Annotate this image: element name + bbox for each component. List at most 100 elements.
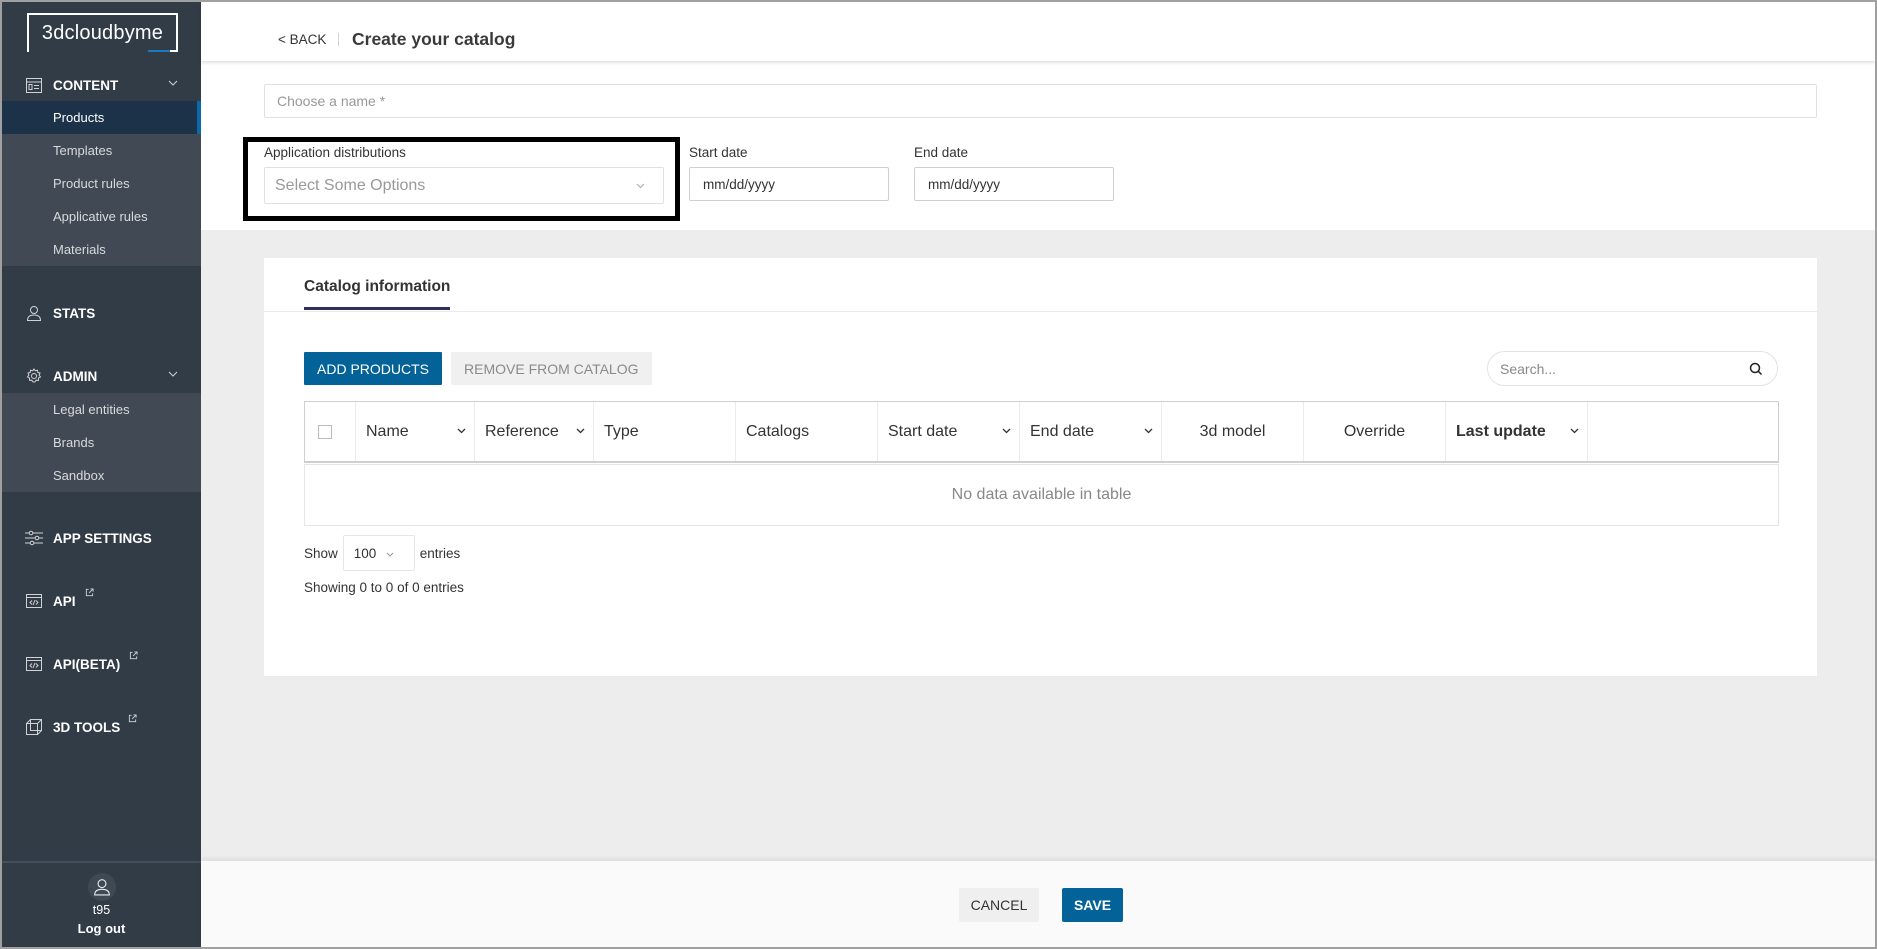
sidebar-section-3d-tools[interactable]: 3D TOOLS	[2, 712, 201, 742]
logout-link[interactable]: Log out	[2, 921, 201, 936]
add-products-button[interactable]: ADD PRODUCTS	[304, 352, 443, 385]
column-label: Start date	[888, 422, 958, 440]
catalog-information-panel: Catalog information ADD PRODUCTS REMOVE …	[264, 258, 1817, 676]
page-length-select[interactable]: 100	[342, 535, 415, 571]
column-header-name[interactable]: Name	[356, 402, 475, 461]
remove-from-catalog-button[interactable]: REMOVE FROM CATALOG	[451, 352, 652, 385]
form-footer: CANCEL SAVE	[201, 861, 1875, 947]
sidebar-section-api-beta[interactable]: API(BETA)	[2, 649, 201, 679]
user-box: t95 Log out	[2, 861, 201, 947]
column-header-type[interactable]: Type	[594, 402, 736, 461]
sidebar-section-stats[interactable]: STATS	[2, 298, 201, 328]
page-length-control: Show 100 entries	[304, 535, 460, 571]
user-name: t95	[92, 903, 111, 917]
chevron-down-icon	[636, 183, 645, 189]
app-distributions-label: Application distributions	[264, 145, 406, 160]
select-all-checkbox[interactable]	[318, 424, 332, 439]
page-title: Create your catalog	[352, 29, 516, 49]
end-date-input[interactable]	[914, 167, 1114, 201]
app-window: 3dcloudbyme CONTENT Products Templates P…	[2, 2, 1875, 947]
column-label: Override	[1343, 422, 1406, 440]
column-label: End date	[1030, 422, 1095, 440]
products-table: Name Reference Type Catalogs Start date	[304, 401, 1779, 463]
chevron-down-icon	[386, 552, 394, 557]
table-info: Showing 0 to 0 of 0 entries	[304, 580, 464, 595]
logo[interactable]: 3dcloudbyme	[27, 13, 178, 52]
entries-label: entries	[419, 545, 461, 561]
select-all-cell	[305, 402, 356, 461]
tab-strip: Catalog information	[264, 258, 1817, 312]
show-label: Show	[304, 545, 338, 561]
sidebar-section-label: STATS	[53, 305, 96, 321]
sidebar-section-label: API(BETA)	[53, 656, 121, 672]
sidebar-item-legal-entities[interactable]: Legal entities	[2, 393, 201, 426]
column-header-3d-model[interactable]: 3d model	[1162, 402, 1304, 461]
save-button[interactable]: SAVE	[1062, 888, 1123, 922]
user-icon	[25, 304, 43, 322]
sort-icon	[1144, 428, 1153, 434]
column-label: Last update	[1456, 422, 1546, 440]
code-window-icon	[25, 655, 43, 673]
column-header-last-update[interactable]: Last update	[1446, 402, 1588, 461]
sidebar-item-brands[interactable]: Brands	[2, 426, 201, 459]
column-header-actions	[1588, 402, 1778, 461]
back-link[interactable]: < BACK	[278, 32, 326, 47]
empty-table-message: No data available in table	[304, 464, 1779, 526]
sidebar-section-label: APP SETTINGS	[53, 530, 152, 546]
sidebar-section-content[interactable]: CONTENT	[2, 70, 201, 100]
column-header-end-date[interactable]: End date	[1020, 402, 1162, 461]
sort-icon	[457, 428, 466, 434]
search-icon[interactable]	[1749, 362, 1763, 376]
code-window-icon	[25, 592, 43, 610]
tab-catalog-information[interactable]: Catalog information	[304, 278, 451, 310]
user-icon	[93, 879, 110, 896]
avatar	[87, 873, 116, 901]
sort-icon	[576, 428, 585, 434]
table-search	[1487, 351, 1778, 386]
cancel-button[interactable]: CANCEL	[959, 888, 1039, 922]
sidebar-section-label: ADMIN	[53, 368, 98, 384]
catalog-name-input[interactable]	[264, 84, 1817, 118]
content-window-icon	[25, 76, 43, 94]
sort-icon	[1002, 428, 1011, 434]
external-link-icon	[85, 588, 94, 597]
sort-icon	[1570, 428, 1579, 434]
column-header-catalogs[interactable]: Catalogs	[736, 402, 878, 461]
sidebar-section-label: CONTENT	[53, 77, 119, 93]
external-link-icon	[129, 651, 138, 660]
sidebar-item-product-rules[interactable]: Product rules	[2, 167, 201, 200]
gear-icon	[25, 367, 43, 385]
sidebar-item-applicative-rules[interactable]: Applicative rules	[2, 200, 201, 233]
sidebar-item-materials[interactable]: Materials	[2, 233, 201, 266]
table-header: Name Reference Type Catalogs Start date	[305, 402, 1778, 462]
sidebar-section-app-settings[interactable]: APP SETTINGS	[2, 523, 201, 553]
admin-submenu: Legal entities Brands Sandbox	[2, 393, 201, 492]
column-label: 3d model	[1199, 422, 1266, 440]
catalog-form: Application distributions Select Some Op…	[201, 61, 1875, 230]
start-date-label: Start date	[689, 145, 748, 160]
content-submenu: Products Templates Product rules Applica…	[2, 101, 201, 266]
sidebar: 3dcloudbyme CONTENT Products Templates P…	[2, 2, 201, 947]
chevron-down-icon	[168, 80, 178, 86]
column-header-override[interactable]: Override	[1304, 402, 1446, 461]
column-label: Reference	[485, 422, 559, 440]
app-distributions-select[interactable]: Select Some Options	[264, 167, 664, 204]
sidebar-section-api[interactable]: API	[2, 586, 201, 616]
page-header: < BACK Create your catalog	[201, 2, 1875, 61]
sidebar-item-products[interactable]: Products	[2, 101, 201, 134]
sidebar-section-label: API	[53, 593, 76, 609]
end-date-label: End date	[914, 145, 969, 160]
sidebar-item-templates[interactable]: Templates	[2, 134, 201, 167]
start-date-input[interactable]	[689, 167, 889, 201]
sidebar-section-admin[interactable]: ADMIN	[2, 361, 201, 391]
app-distributions-placeholder: Select Some Options	[275, 176, 426, 194]
table-search-input[interactable]	[1500, 360, 1740, 377]
cube-icon	[25, 718, 43, 736]
column-header-start-date[interactable]: Start date	[878, 402, 1020, 461]
sidebar-item-sandbox[interactable]: Sandbox	[2, 459, 201, 492]
external-link-icon	[128, 714, 137, 723]
column-header-reference[interactable]: Reference	[475, 402, 594, 461]
chevron-down-icon	[168, 371, 178, 377]
header-divider	[338, 33, 339, 46]
page-length-value: 100	[353, 545, 377, 561]
